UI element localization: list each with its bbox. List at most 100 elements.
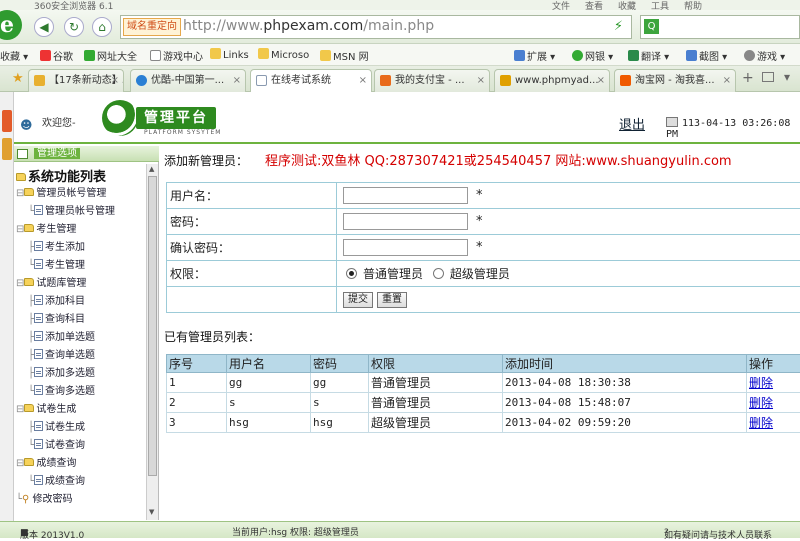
submit-button[interactable]: 提交 — [343, 292, 373, 308]
document-icon — [34, 331, 43, 341]
search-engine-icon[interactable]: Q — [644, 19, 659, 34]
new-tab-icon[interactable]: + — [742, 70, 754, 86]
fav-google[interactable]: 谷歌 — [40, 48, 73, 63]
menu-help[interactable]: 帮助 — [684, 0, 702, 10]
scroll-thumb[interactable] — [148, 176, 157, 476]
tree-group-score[interactable]: ⊟成绩查询 — [16, 454, 76, 469]
star-icon[interactable]: ★ — [12, 71, 24, 86]
delete-link[interactable]: 删除 — [749, 396, 773, 410]
tab-5[interactable]: 淘宝网 - 淘我喜...× — [614, 69, 736, 92]
home-button[interactable]: ⌂ — [92, 17, 112, 37]
close-icon[interactable]: × — [233, 70, 241, 91]
cell-username: hsg — [227, 413, 311, 433]
tree-group-admin[interactable]: ⊟管理员帐号管理 — [16, 184, 106, 199]
radio-normal-admin[interactable] — [346, 268, 357, 279]
required-mark: * — [476, 214, 483, 229]
logout-link[interactable]: 退出 — [619, 114, 645, 133]
scroll-down-icon[interactable]: ▼ — [149, 508, 154, 516]
tree-item-single-query[interactable]: ├查询单选题 — [28, 346, 95, 361]
tree-group-paper[interactable]: ⊟试卷生成 — [16, 400, 76, 415]
shield-icon — [572, 50, 583, 61]
delete-link[interactable]: 删除 — [749, 376, 773, 390]
close-icon[interactable]: × — [597, 70, 605, 91]
address-bar[interactable]: 域名重定向 http://www.phpexam.com/main.php ⚡ — [120, 15, 632, 39]
close-icon[interactable]: × — [111, 70, 119, 91]
lightning-icon[interactable]: ⚡ — [614, 19, 623, 34]
side-tool-icon[interactable] — [2, 110, 12, 132]
url-text[interactable]: http://www.phpexam.com/main.php — [183, 18, 434, 34]
menu-file[interactable]: 文件 — [552, 0, 570, 10]
menu-tools[interactable]: 工具 — [651, 0, 669, 10]
tab-1[interactable]: 优酷-中国第一...× — [130, 69, 246, 92]
close-icon[interactable]: × — [359, 70, 367, 91]
tree-group-question-bank[interactable]: ⊟试题库管理 — [16, 274, 86, 289]
refresh-button[interactable]: ↻ — [64, 17, 84, 37]
restore-tab-icon[interactable] — [762, 72, 774, 82]
document-icon — [34, 349, 43, 359]
fav-collect[interactable]: 收藏 ▾ — [0, 48, 28, 63]
tree-item-student-add[interactable]: ├考生添加 — [28, 238, 85, 253]
tree-item-score-query[interactable]: └成绩查询 — [28, 472, 85, 487]
scroll-up-icon[interactable]: ▲ — [149, 165, 154, 173]
fav-links[interactable]: Links — [210, 48, 249, 61]
panel-icon — [17, 149, 28, 159]
document-icon — [34, 475, 43, 485]
tab-4[interactable]: www.phpmyad...× — [494, 69, 610, 92]
gamepad-icon — [744, 50, 755, 61]
tab-3[interactable]: 我的支付宝 - ...× — [374, 69, 490, 92]
form-row-confirm: 确认密码： * — [167, 235, 800, 261]
tool-translate[interactable]: 翻译 ▾ — [628, 48, 669, 63]
folder-icon — [24, 458, 34, 466]
tree-item-admin-manage[interactable]: └管理员帐号管理 — [28, 202, 115, 217]
tree-item-multi-query[interactable]: └查询多选题 — [28, 382, 95, 397]
side-tool-icon[interactable] — [2, 138, 12, 160]
fav-msn[interactable]: MSN 网 — [320, 48, 369, 63]
menu-view[interactable]: 查看 — [585, 0, 603, 10]
tab-menu-icon[interactable]: ▾ — [784, 70, 790, 84]
tree-root[interactable]: 系统功能列表 — [16, 166, 106, 185]
tree-item-change-password[interactable]: └⚲ 修改密码 — [16, 490, 73, 505]
tree-item-subject-query[interactable]: ├查询科目 — [28, 310, 85, 325]
search-box[interactable]: Q — [640, 15, 800, 39]
reset-button[interactable]: 重置 — [377, 292, 407, 308]
tool-bank[interactable]: 网银 ▾ — [572, 48, 613, 63]
username-input[interactable] — [343, 187, 468, 204]
screenshot-icon — [686, 50, 697, 61]
delete-link[interactable]: 删除 — [749, 416, 773, 430]
folder-icon — [24, 278, 34, 286]
tree-item-single-add[interactable]: ├添加单选题 — [28, 328, 95, 343]
sidebar-scrollbar[interactable]: ▲ ▼ — [146, 164, 158, 520]
tab-favicon — [380, 75, 391, 86]
radio-super-label: 超级管理员 — [450, 267, 510, 281]
platform-subtitle: PLATFORM SYSYTEM — [144, 129, 221, 136]
menu-favorites[interactable]: 收藏 — [618, 0, 636, 10]
document-icon — [34, 295, 43, 305]
admin-list-table: 序号 用户名 密码 权限 添加时间 操作 1 gg gg 普通管理员 2013-… — [166, 354, 800, 433]
fav-site-nav[interactable]: 网址大全 — [84, 48, 137, 63]
tree-item-multi-add[interactable]: ├添加多选题 — [28, 364, 95, 379]
tree-item-paper-generate[interactable]: ├试卷生成 — [28, 418, 85, 433]
close-icon[interactable]: × — [477, 70, 485, 91]
radio-super-admin[interactable] — [433, 268, 444, 279]
tree-group-student[interactable]: ⊟考生管理 — [16, 220, 76, 235]
tool-extensions[interactable]: 扩展 ▾ — [514, 48, 555, 63]
tab-0[interactable]: 【17条新动态】...× — [28, 69, 124, 92]
cell-permission: 普通管理员 — [369, 373, 503, 393]
fav-microsoft[interactable]: Microso — [258, 48, 309, 61]
tree-item-subject-add[interactable]: ├添加科目 — [28, 292, 85, 307]
tool-screenshot[interactable]: 截图 ▾ — [686, 48, 727, 63]
favorites-bar: 收藏 ▾ 谷歌 网址大全 游戏中心 Links Microso MSN 网 扩展… — [0, 44, 800, 66]
confirm-password-input[interactable] — [343, 239, 468, 256]
tree-item-paper-query[interactable]: └试卷查询 — [28, 436, 85, 451]
cell-add-time: 2013-04-08 18:30:38 — [503, 373, 747, 393]
tool-games[interactable]: 游戏 ▾ — [744, 48, 785, 63]
tab-2-active[interactable]: 在线考试系统× — [250, 69, 372, 93]
document-icon — [34, 205, 43, 215]
password-input[interactable] — [343, 213, 468, 230]
tree-item-student-manage[interactable]: └考生管理 — [28, 256, 85, 271]
fav-game-center[interactable]: 游戏中心 — [150, 48, 203, 63]
back-button[interactable]: ◀ — [34, 17, 54, 37]
required-mark: * — [476, 240, 483, 255]
close-icon[interactable]: × — [723, 70, 731, 91]
tab-favicon — [136, 75, 147, 86]
